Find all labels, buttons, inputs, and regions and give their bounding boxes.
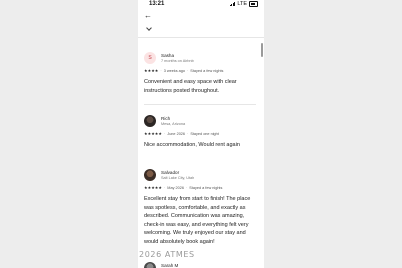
stay-length: Stayed a few nights [190, 68, 224, 73]
network-label: LTE [237, 1, 247, 7]
separator: · [187, 131, 189, 136]
avatar[interactable] [144, 115, 156, 127]
reviewer-name[interactable]: Salvador [161, 170, 179, 175]
separator: · [187, 68, 189, 73]
review-date: June 2026 [167, 131, 186, 136]
review-meta: ★★★★★ · June 2026 · Stayed one night [144, 131, 219, 137]
star-rating-icon: ★★★★ [144, 69, 159, 73]
star-rating-icon: ★★★★★ [144, 132, 163, 136]
status-icons: LTE [229, 1, 258, 7]
row-divider [144, 104, 256, 105]
header-divider [138, 37, 264, 38]
separator: · [185, 185, 188, 190]
star-rating-icon: ★★★★★ [144, 186, 163, 190]
status-time: 13:21 [149, 1, 165, 7]
back-arrow-icon[interactable]: ← [144, 12, 152, 20]
avatar[interactable]: S [144, 52, 156, 64]
stay-length: Stayed a few nights [189, 185, 223, 190]
scrollbar[interactable] [261, 43, 263, 57]
reviewer-subtitle: Mesa, Arizona [161, 121, 186, 126]
reviewer-name[interactable]: Sasha [161, 53, 174, 58]
phone-screen: 13:21 LTE ← S Sasha 7 months on Airbnb ★… [138, 0, 264, 268]
review-meta: ★★★★ · 3 weeks ago · Stayed a few nights [144, 68, 224, 74]
avatar[interactable] [144, 262, 156, 268]
chevron-down-icon[interactable] [146, 25, 152, 31]
signal-icon [229, 2, 236, 6]
status-bar: 13:21 LTE [138, 0, 264, 8]
stay-length: Stayed one night [190, 131, 219, 136]
reviewer-subtitle: 7 months on Airbnb [161, 58, 194, 63]
review-date: 3 weeks ago [163, 68, 186, 73]
avatar[interactable] [144, 169, 156, 181]
watermark: 2026 ATMES [139, 250, 195, 259]
reviewer-name[interactable]: Rich [161, 116, 170, 121]
review-text: Excellent stay from start to finish! The… [144, 196, 251, 245]
reviewer-name[interactable]: Sarah M [161, 263, 178, 268]
battery-icon [249, 1, 258, 7]
separator: · [164, 185, 166, 190]
separator: · [164, 131, 166, 136]
review-date: May 2026 [167, 185, 184, 190]
review-meta: ★★★★★ · May 2026 · Stayed a few nights [144, 185, 223, 191]
separator: · [160, 68, 162, 73]
review-text: Nice accommodation, Would rent again [144, 142, 240, 148]
reviewer-subtitle: Salt Lake City, Utah [161, 175, 195, 180]
review-text: Convenient and easy space with clear ins… [144, 79, 237, 94]
